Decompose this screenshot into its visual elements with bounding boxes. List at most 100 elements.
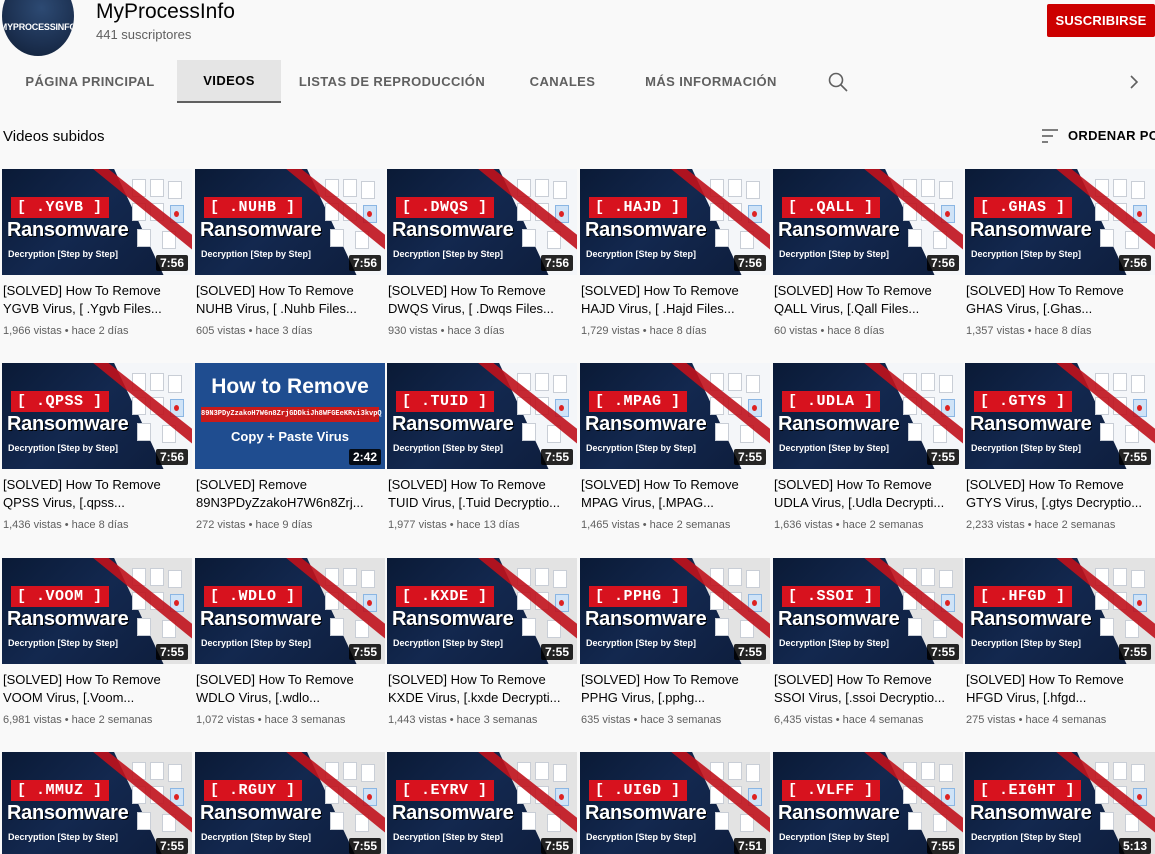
video-card[interactable]: [ .EYRV ] Ransomware Decryption [Step by S… [387, 752, 577, 854]
tab-playlists[interactable]: LISTAS DE REPRODUCCIÓN [292, 60, 492, 103]
search-icon[interactable] [826, 70, 850, 94]
video-duration: 7:55 [926, 838, 959, 854]
video-card[interactable]: [ .NUHB ] Ransomware Decryption [Step by S… [195, 169, 385, 344]
subscribe-button[interactable]: SUSCRIBIRSE [1047, 4, 1155, 37]
file-icon [746, 181, 760, 199]
video-thumbnail[interactable]: [ .PPHG ] Ransomware Decryption [Step by S… [580, 558, 770, 664]
video-card[interactable]: [ .VLFF ] Ransomware Decryption [Step by S… [773, 752, 963, 854]
video-thumbnail[interactable]: [ .TUID ] Ransomware Decryption [Step by S… [387, 363, 577, 469]
video-card[interactable]: [ .YGVB ] Ransomware Decryption [Step by S… [2, 169, 192, 344]
video-card[interactable]: [ .EIGHT ] Ransomware Decryption [Step by … [965, 752, 1155, 854]
thumbnail-subheading: Decryption [Step by Step] [8, 638, 119, 648]
video-thumbnail[interactable]: [ .VOOM ] Ransomware Decryption [Step by S… [2, 558, 192, 664]
video-title[interactable]: [SOLVED] How To Remove QPSS Virus, [.qpss… [3, 476, 193, 512]
extension-tag: [ .UDLA ] [782, 391, 880, 412]
video-title[interactable]: [SOLVED] How To Remove KXDE Virus, [.kxde… [388, 671, 578, 707]
video-card[interactable]: [ .HAJD ] Ransomware Decryption [Step by S… [580, 169, 770, 344]
video-thumbnail[interactable]: [ .KXDE ] Ransomware Decryption [Step by S… [387, 558, 577, 664]
video-card[interactable]: [ .HFGD ] Ransomware Decryption [Step by S… [965, 558, 1155, 733]
video-thumbnail[interactable]: [ .DWQS ] Ransomware Decryption [Step by S… [387, 169, 577, 275]
thumbnail-subheading: Decryption [Step by Step] [393, 443, 504, 453]
video-meta: 6,981 vistas • hace 2 semanas [3, 714, 153, 726]
video-card[interactable]: [ .DWQS ] Ransomware Decryption [Step by S… [387, 169, 577, 344]
file-icon [137, 229, 151, 247]
video-title[interactable]: [SOLVED] How To Remove QALL Virus, [.Qall… [774, 282, 964, 318]
video-thumbnail[interactable]: [ .HFGD ] Ransomware Decryption [Step by S… [965, 558, 1155, 664]
video-thumbnail[interactable]: [ .GTYS ] Ransomware Decryption [Step by S… [965, 363, 1155, 469]
video-thumbnail[interactable]: How to Remove 89N3PDyZzakoH7W6n8ZrjGDDkiJ… [195, 363, 385, 469]
video-card[interactable]: [ .UDLA ] Ransomware Decryption [Step by S… [773, 363, 963, 538]
video-title[interactable]: [SOLVED] How To Remove SSOI Virus, [.ssoi… [774, 671, 964, 707]
thumbnail-subheading: Decryption [Step by Step] [971, 249, 1082, 259]
video-card[interactable]: [ .UIGD ] Ransomware Decryption [Step by S… [580, 752, 770, 854]
video-card[interactable]: [ .PPHG ] Ransomware Decryption [Step by S… [580, 558, 770, 733]
video-title[interactable]: [SOLVED] How To Remove HFGD Virus, [.hfgd… [966, 671, 1155, 707]
video-thumbnail[interactable]: [ .VLFF ] Ransomware Decryption [Step by S… [773, 752, 963, 854]
sort-button[interactable]: ORDENAR POR [1068, 128, 1155, 143]
video-card[interactable]: How to Remove 89N3PDyZzakoH7W6n8ZrjGDDkiJ… [195, 363, 385, 538]
video-title[interactable]: [SOLVED] How To Remove VOOM Virus, [.Voom… [3, 671, 193, 707]
tab-about[interactable]: MÁS INFORMACIÓN [636, 60, 786, 103]
video-title[interactable]: [SOLVED] How To Remove PPHG Virus, [.pphg… [581, 671, 771, 707]
video-card[interactable]: [ .KXDE ] Ransomware Decryption [Step by S… [387, 558, 577, 733]
video-thumbnail[interactable]: [ .RGUY ] Ransomware Decryption [Step by S… [195, 752, 385, 854]
video-thumbnail[interactable]: [ .EYRV ] Ransomware Decryption [Step by S… [387, 752, 577, 854]
video-thumbnail[interactable]: [ .YGVB ] Ransomware Decryption [Step by S… [2, 169, 192, 275]
video-card[interactable]: [ .QALL ] Ransomware Decryption [Step by S… [773, 169, 963, 344]
video-thumbnail[interactable]: [ .WDLO ] Ransomware Decryption [Step by S… [195, 558, 385, 664]
video-card[interactable]: [ .VOOM ] Ransomware Decryption [Step by S… [2, 558, 192, 733]
video-title[interactable]: [SOLVED] How To Remove DWQS Virus, [ .Dwq… [388, 282, 578, 318]
thumbnail-heading: Ransomware [392, 802, 514, 824]
file-icon [535, 373, 549, 391]
video-card[interactable]: [ .RGUY ] Ransomware Decryption [Step by S… [195, 752, 385, 854]
video-meta: 1,436 vistas • hace 8 días [3, 519, 129, 531]
video-duration: 7:55 [926, 449, 959, 465]
video-card[interactable]: [ .MPAG ] Ransomware Decryption [Step by S… [580, 363, 770, 538]
thumbnail-heading: Ransomware [200, 219, 322, 241]
video-title[interactable]: [SOLVED] Remove 89N3PDyZzakoH7W6n8Zrj... [196, 476, 386, 512]
video-thumbnail[interactable]: [ .HAJD ] Ransomware Decryption [Step by S… [580, 169, 770, 275]
video-thumbnail[interactable]: [ .QPSS ] Ransomware Decryption [Step by S… [2, 363, 192, 469]
video-title[interactable]: [SOLVED] How To Remove HAJD Virus, [ .Haj… [581, 282, 771, 318]
video-thumbnail[interactable]: [ .UIGD ] Ransomware Decryption [Step by S… [580, 752, 770, 854]
video-card[interactable]: [ .MMUZ ] Ransomware Decryption [Step by S… [2, 752, 192, 854]
video-title[interactable]: [SOLVED] How To Remove NUHB Virus, [ .Nuh… [196, 282, 386, 318]
tab-channels[interactable]: CANALES [515, 60, 610, 103]
video-title[interactable]: [SOLVED] How To Remove YGVB Virus, [ .Ygv… [3, 282, 193, 318]
video-thumbnail[interactable]: [ .GHAS ] Ransomware Decryption [Step by S… [965, 169, 1155, 275]
file-icon [535, 179, 549, 197]
video-thumbnail[interactable]: [ .SSOI ] Ransomware Decryption [Step by S… [773, 558, 963, 664]
video-card[interactable]: [ .GHAS ] Ransomware Decryption [Step by S… [965, 169, 1155, 344]
video-title[interactable]: [SOLVED] How To Remove UDLA Virus, [.Udla… [774, 476, 964, 512]
video-thumbnail[interactable]: [ .QALL ] Ransomware Decryption [Step by S… [773, 169, 963, 275]
chevron-right-icon[interactable] [1124, 70, 1144, 94]
sort-icon[interactable] [1040, 126, 1060, 146]
video-card[interactable]: [ .GTYS ] Ransomware Decryption [Step by S… [965, 363, 1155, 538]
file-icon [330, 229, 344, 247]
channel-avatar[interactable]: MYPROCESSINFO [2, 0, 74, 56]
video-thumbnail[interactable]: [ .MMUZ ] Ransomware Decryption [Step by S… [2, 752, 192, 854]
tab-videos[interactable]: VIDEOS [177, 60, 281, 103]
video-meta: 635 vistas • hace 3 semanas [581, 714, 722, 726]
video-duration: 7:55 [540, 838, 573, 854]
video-card[interactable]: [ .WDLO ] Ransomware Decryption [Step by S… [195, 558, 385, 733]
video-card[interactable]: [ .TUID ] Ransomware Decryption [Step by S… [387, 363, 577, 538]
video-title[interactable]: [SOLVED] How To Remove GHAS Virus, [.Ghas… [966, 282, 1155, 318]
video-meta: 605 vistas • hace 3 días [196, 325, 313, 337]
video-thumbnail[interactable]: [ .EIGHT ] Ransomware Decryption [Step by … [965, 752, 1155, 854]
video-thumbnail[interactable]: [ .NUHB ] Ransomware Decryption [Step by S… [195, 169, 385, 275]
video-card[interactable]: [ .QPSS ] Ransomware Decryption [Step by S… [2, 363, 192, 538]
video-card[interactable]: [ .SSOI ] Ransomware Decryption [Step by S… [773, 558, 963, 733]
video-title-line: 89N3PDyZzakoH7W6n8Zrj... [196, 495, 364, 510]
tab-home[interactable]: PÁGINA PRINCIPAL [10, 60, 170, 103]
video-thumbnail[interactable]: [ .UDLA ] Ransomware Decryption [Step by S… [773, 363, 963, 469]
video-title[interactable]: [SOLVED] How To Remove MPAG Virus, [.MPAG… [581, 476, 771, 512]
video-title-line: KXDE Virus, [.kxde Decrypti... [388, 690, 561, 705]
video-meta: 1,966 vistas • hace 2 días [3, 325, 129, 337]
video-title[interactable]: [SOLVED] How To Remove WDLO Virus, [.wdlo… [196, 671, 386, 707]
video-title[interactable]: [SOLVED] How To Remove TUID Virus, [.Tuid… [388, 476, 578, 512]
video-thumbnail[interactable]: [ .MPAG ] Ransomware Decryption [Step by S… [580, 363, 770, 469]
video-meta: 60 vistas • hace 8 días [774, 325, 885, 337]
thumbnail-heading: Ransomware [585, 802, 707, 824]
video-title[interactable]: [SOLVED] How To Remove GTYS Virus, [.gtys… [966, 476, 1155, 512]
